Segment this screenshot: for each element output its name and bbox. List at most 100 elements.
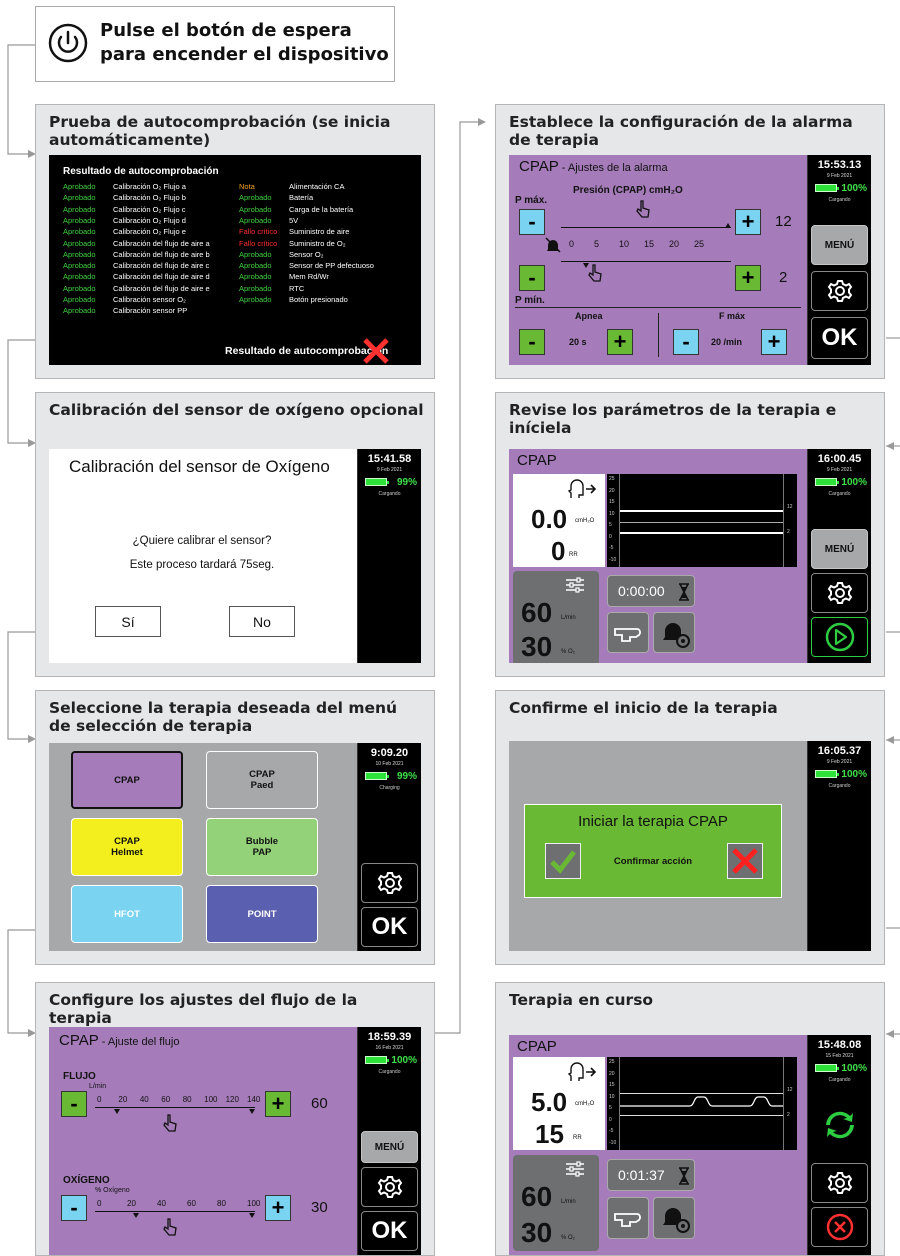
confirm-dialog: Iniciar la terapia CPAP Confirmar acción — [524, 804, 782, 898]
therapy-hfot-button[interactable]: HFOT — [71, 885, 183, 943]
review-screen: CPAP 0.0 cmH₂O 0 RR 25 20 15 10 5 0 -5 -10 12 2… — [509, 449, 871, 663]
charging-status: Cargando — [828, 783, 851, 789]
oxygen-decrease-button[interactable]: - — [61, 1195, 87, 1221]
oxygen-scale: 0 20 40 60 80 100 — [95, 1193, 260, 1236]
menu-button[interactable]: MENÚ — [811, 529, 868, 569]
clock: 15:53.13 — [817, 159, 862, 171]
self-test-status: Aprobado — [239, 283, 272, 293]
ok-button[interactable]: OK — [361, 907, 418, 947]
pressure-value: 5.0 — [531, 1087, 568, 1117]
date: 9 Feb 2021 — [376, 467, 403, 473]
cancel-button[interactable] — [727, 843, 763, 879]
therapy-cpap-paed-button[interactable]: CPAP Paed — [206, 751, 318, 809]
oxygen-increase-button[interactable]: + — [265, 1195, 291, 1221]
self-test-row: Aprobado Calibración O₂ Flujo b — [63, 193, 233, 204]
alarm-settings-button[interactable] — [653, 612, 695, 653]
no-button[interactable]: No — [229, 606, 295, 637]
settings-button[interactable] — [811, 1163, 868, 1203]
self-test-item: RTC — [289, 283, 305, 293]
status-sidebar: 15:53.13 9 Feb 2021 100% Cargando MENÚ O… — [807, 155, 871, 365]
charging-status: Cargando — [378, 1069, 401, 1075]
flow-unit: L/min — [561, 615, 576, 621]
panel-title: Terapia en curso — [509, 991, 654, 1009]
graph-tick-label: 25 — [609, 476, 615, 482]
mode-title: CPAP — [517, 452, 557, 469]
mode-title: CPAP - Ajustes de la alarma — [519, 158, 668, 175]
self-test-row: Aprobado Calibración del flujo de aire d — [63, 272, 233, 283]
self-test-item: Batería — [289, 193, 314, 203]
hand-cursor-icon — [588, 264, 602, 282]
timer-value: 0:01:37 — [618, 1167, 665, 1183]
battery-percent: 100% — [841, 183, 867, 194]
self-test-status: Aprobado — [63, 238, 96, 248]
panel-review-parameters: Revise los parámetros de la terapia e in… — [495, 392, 885, 677]
therapy-point-button[interactable]: POINT — [206, 885, 318, 943]
oxygen-unit: % O₂ — [561, 1235, 575, 1241]
menu-button[interactable]: MENÚ — [361, 1131, 418, 1163]
date: 16 Feb 2021 — [375, 1045, 404, 1051]
self-test-item: Calibración sensor O₂ — [113, 295, 186, 304]
self-test-row: Aprobado 5V — [239, 216, 409, 227]
graph-trace — [620, 1096, 783, 1107]
stop-therapy-button[interactable] — [811, 1207, 868, 1247]
alarm-settings-button[interactable] — [653, 1197, 695, 1239]
flow-readout: 60 L/min 30 % O₂ — [513, 1155, 599, 1251]
pressure-readout: 5.0 cmH₂O 15 RR — [513, 1057, 605, 1150]
flow-increase-button[interactable]: + — [265, 1091, 291, 1117]
settings-button[interactable] — [811, 271, 868, 311]
pmax-increase-button[interactable]: + — [735, 209, 761, 235]
panel-alarm-settings: Establece la configuración de la alarma … — [495, 104, 885, 379]
date: 10 Feb 2021 — [375, 761, 404, 767]
self-test-item: Suministro de aire — [289, 227, 350, 237]
interface-button[interactable] — [607, 1197, 649, 1239]
therapy-cpap-button[interactable]: CPAP — [71, 751, 183, 809]
hourglass-icon — [679, 1167, 689, 1185]
graph-tick-label: 0 — [609, 1116, 612, 1123]
graph-tick-label: 15 — [609, 1082, 615, 1088]
apnea-decrease-button[interactable]: - — [519, 329, 545, 355]
start-therapy-button[interactable] — [811, 617, 868, 657]
graph-y-ticks: 25 20 15 10 5 0 -5 -10 — [609, 474, 619, 567]
settings-button[interactable] — [811, 573, 868, 613]
yes-button[interactable]: Sí — [95, 606, 161, 637]
pressure-readout: 0.0 cmH₂O 0 RR — [513, 474, 605, 567]
scale-tick-label: 20 — [669, 239, 680, 249]
self-test-row: Aprobado Calibración del flujo de aire a — [63, 239, 233, 250]
pmax-decrease-button[interactable]: - — [519, 209, 545, 235]
interface-button[interactable] — [607, 612, 649, 653]
pmin-decrease-button[interactable]: - — [519, 265, 545, 291]
scale-marker — [114, 1109, 121, 1114]
graph-tick-label: 5 — [609, 1105, 612, 1111]
panel-therapy-running: Terapia en curso CPAP 5.0 cmH₂O 15 RR 25… — [495, 982, 885, 1256]
close-icon — [732, 848, 758, 874]
fmax-increase-button[interactable]: + — [761, 329, 787, 355]
scale-marker — [248, 1213, 255, 1218]
flow-decrease-button[interactable]: - — [61, 1091, 87, 1117]
settings-button[interactable] — [361, 1167, 418, 1207]
bell-gear-icon — [663, 623, 690, 648]
apnea-increase-button[interactable]: + — [607, 329, 633, 355]
charging-status: Cargando — [828, 197, 851, 203]
therapy-bubble-pap-button[interactable]: Bubble PAP — [206, 818, 318, 876]
flow-label: FLUJO — [63, 1071, 96, 1082]
pmin-increase-button[interactable]: + — [735, 265, 761, 291]
ok-button[interactable]: OK — [361, 1211, 418, 1251]
max-scale-line — [561, 227, 731, 228]
pmax-value: 12 — [775, 213, 792, 230]
graph-trace — [620, 522, 783, 523]
menu-button[interactable]: MENÚ — [811, 225, 868, 265]
settings-button[interactable] — [361, 863, 418, 903]
panel-confirm-start: Confirme el inicio de la terapia Iniciar… — [495, 690, 885, 965]
scale-tick-label: 0 — [97, 1199, 102, 1208]
clock: 16:00.45 — [817, 453, 862, 465]
graph-axis — [783, 1057, 784, 1150]
therapy-cpap-helmet-button[interactable]: CPAP Helmet — [71, 818, 183, 876]
bell-gear-icon — [663, 1208, 690, 1233]
self-test-status: Aprobado — [63, 283, 96, 293]
fmax-decrease-button[interactable]: - — [673, 329, 699, 355]
self-test-row: Aprobado Calibración O₂ Flujo a — [63, 182, 233, 193]
ok-button[interactable]: OK — [811, 317, 868, 359]
mode-title: CPAP — [517, 1038, 557, 1055]
sliders-icon — [566, 1161, 584, 1177]
self-test-row: Aprobado Calibración O₂ Flujo c — [63, 205, 233, 216]
